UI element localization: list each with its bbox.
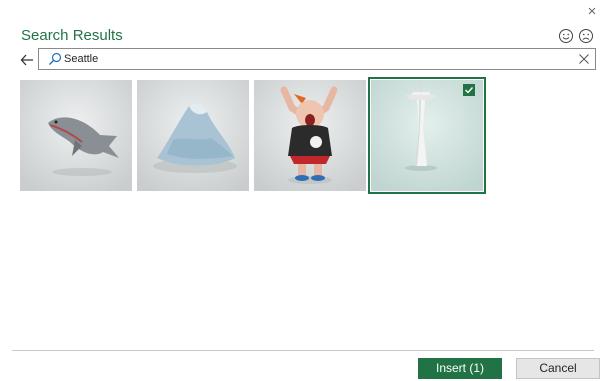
search-icon xyxy=(49,52,62,65)
space-needle-image xyxy=(371,80,483,191)
search-query[interactable]: Seattle xyxy=(64,52,98,66)
mountain-image xyxy=(137,80,249,191)
result-tile-space-needle[interactable] xyxy=(368,77,486,194)
result-tile-figure[interactable] xyxy=(254,80,366,191)
salmon-image xyxy=(20,80,132,191)
close-icon[interactable] xyxy=(586,5,600,19)
smile-icon[interactable] xyxy=(558,28,574,44)
cancel-button[interactable]: Cancel xyxy=(516,358,600,379)
footer-divider xyxy=(12,350,594,351)
back-arrow-icon[interactable] xyxy=(19,52,35,68)
dialog-title: Search Results xyxy=(21,27,123,44)
figure-image xyxy=(254,80,366,191)
checkmark-icon xyxy=(463,84,475,96)
result-tile-mountain[interactable] xyxy=(137,80,249,191)
frown-icon[interactable] xyxy=(578,28,594,44)
clear-icon[interactable] xyxy=(578,53,590,65)
insert-button[interactable]: Insert (1) xyxy=(418,358,502,379)
search-input[interactable]: Seattle xyxy=(38,48,596,70)
result-tile-salmon[interactable] xyxy=(20,80,132,191)
